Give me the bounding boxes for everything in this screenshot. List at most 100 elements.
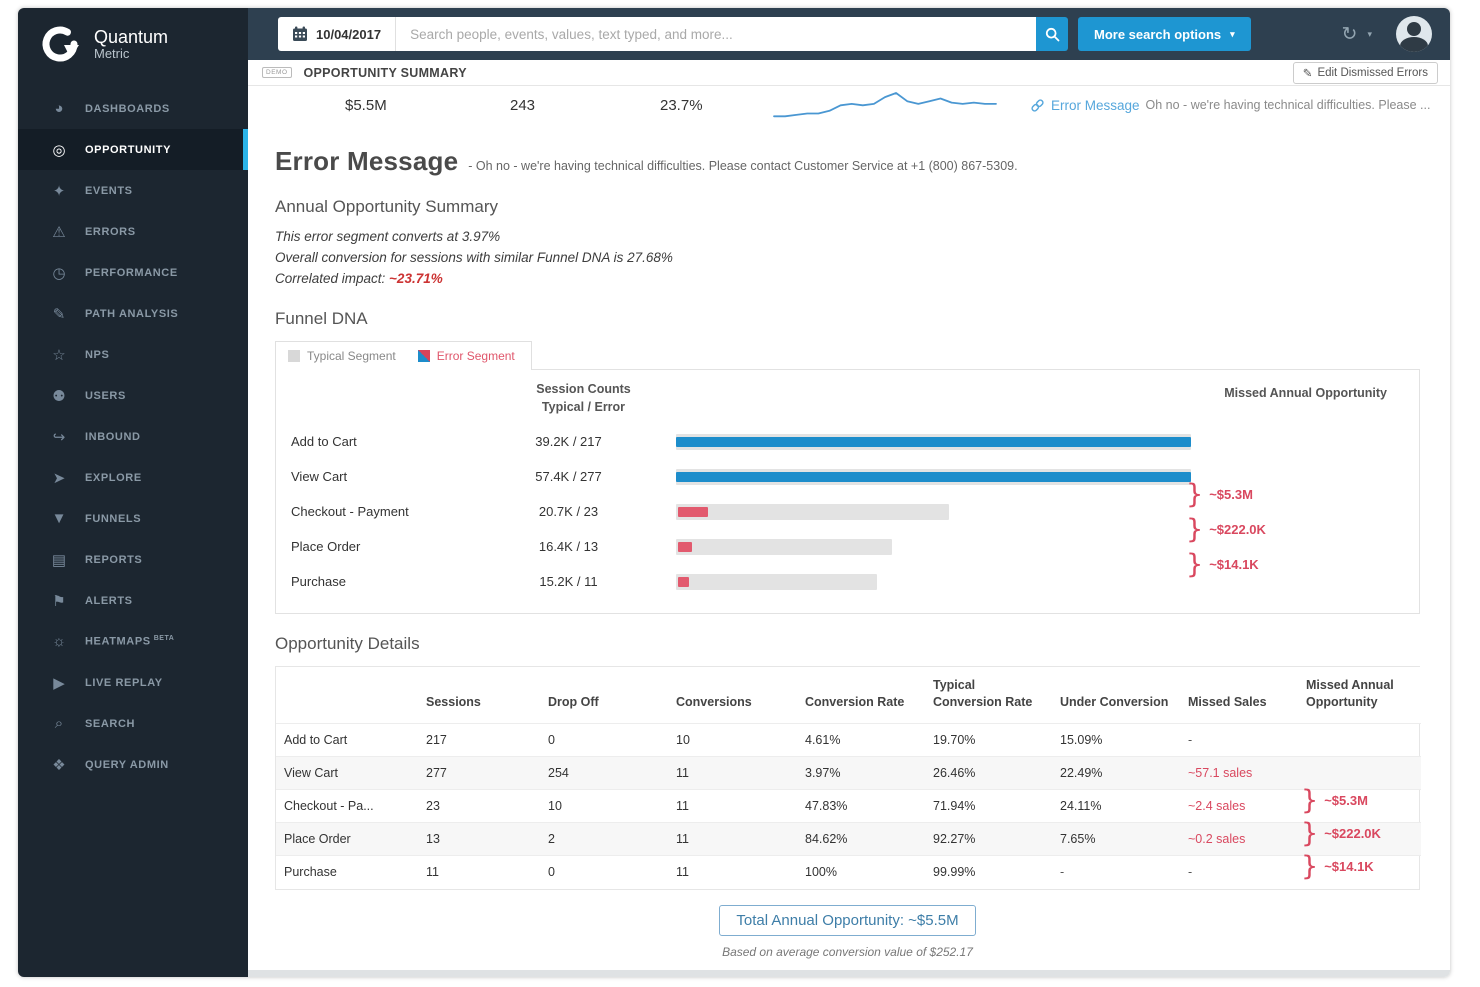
refresh-chevron-down-icon[interactable]: ▾: [1367, 29, 1372, 40]
link-icon: [1030, 98, 1045, 113]
row-value: 11: [668, 790, 797, 823]
row-phase-label: Add to Cart: [276, 724, 418, 757]
row-value: 254: [540, 757, 668, 790]
clock-icon: ◷: [48, 264, 70, 282]
row-value: 11: [668, 757, 797, 790]
row-value: ~57.1 sales: [1180, 757, 1298, 790]
row-missed-annual: [1298, 724, 1421, 757]
error-message-link[interactable]: Error Message: [1051, 98, 1140, 113]
star-icon: ☆: [48, 346, 70, 364]
row-value: 277: [418, 757, 540, 790]
error-subtitle: - Oh no - we're having technical difficu…: [468, 159, 1017, 173]
funnel-heading: Funnel DNA: [275, 309, 1420, 329]
funnel-brace-5-3m: }~$5.3M: [1186, 481, 1253, 508]
sidebar-item-search[interactable]: ⌕SEARCH: [18, 703, 248, 744]
refresh-icon[interactable]: ↻: [1342, 25, 1358, 44]
sidebar-item-path-analysis[interactable]: ✎PATH ANALYSIS: [18, 293, 248, 334]
main-area: 10/04/2017 More search options ▾ ↻ ▾: [248, 8, 1450, 977]
more-search-options-button[interactable]: More search options ▾: [1078, 17, 1251, 51]
sidebar-item-dashboards[interactable]: ◕DASHBOARDS: [18, 88, 248, 129]
row-value: -: [1052, 856, 1180, 889]
sidebar-item-alerts[interactable]: ⚑ALERTS: [18, 580, 248, 621]
sidebar-item-inbound[interactable]: ↪INBOUND: [18, 416, 248, 457]
date-picker[interactable]: 10/04/2017: [278, 17, 396, 51]
table-row[interactable]: Place Order1321184.62%92.27%7.65%~0.2 sa…: [276, 823, 1421, 856]
bottom-strip: [248, 970, 1450, 977]
brand-name: Quantum: [94, 28, 168, 47]
funnel-session-counts: 15.2K / 11: [461, 574, 676, 589]
row-value: 84.62%: [797, 823, 925, 856]
sidebar-item-live-replay[interactable]: ▶LIVE REPLAY: [18, 662, 248, 703]
sidebar-item-funnels[interactable]: ▼FUNNELS: [18, 498, 248, 539]
column-header: Conversion Rate: [797, 667, 925, 724]
sidebar-item-explore[interactable]: ➤ EXPLORE: [18, 457, 248, 498]
rocket-icon: ➤: [48, 469, 70, 487]
funnel-bar-track: [676, 539, 892, 555]
funnel-bar-zone: [676, 469, 1191, 485]
row-value: 11: [668, 823, 797, 856]
search-button[interactable]: [1036, 17, 1068, 51]
sidebar-item-label: PERFORMANCE: [85, 267, 178, 279]
sidebar-item-label: FUNNELS: [85, 513, 141, 525]
edit-dismissed-errors-button[interactable]: ✎ Edit Dismissed Errors: [1293, 62, 1438, 84]
table-row[interactable]: Add to Cart2170104.61%19.70%15.09%-: [276, 724, 1421, 757]
conversion-value-note: Based on average conversion value of $25…: [275, 945, 1420, 959]
sidebar-item-nps[interactable]: ☆NPS: [18, 334, 248, 375]
brand-logo[interactable]: Quantum Metric: [18, 8, 248, 78]
sidebar-item-errors[interactable]: ⚠ERRORS: [18, 211, 248, 252]
sidebar: Quantum Metric ◕DASHBOARDS◎OPPORTUNITY✦E…: [18, 8, 248, 977]
user-avatar[interactable]: [1396, 16, 1432, 52]
beta-badge: BETA: [154, 635, 175, 642]
app-window: Quantum Metric ◕DASHBOARDS◎OPPORTUNITY✦E…: [18, 8, 1450, 977]
row-phase-label: Place Order: [276, 823, 418, 856]
metric-error-count: 243: [510, 97, 535, 114]
total-annual-opportunity-button[interactable]: Total Annual Opportunity: ~$5.5M: [719, 905, 975, 936]
row-phase-label: Checkout - Pa...: [276, 790, 418, 823]
pie-chart-icon: ◕: [48, 100, 70, 117]
tags-icon: ✦: [48, 182, 70, 200]
row-value: 26.46%: [925, 757, 1052, 790]
row-value: 13: [418, 823, 540, 856]
sidebar-item-label: ALERTS: [85, 595, 133, 607]
row-value: 11: [668, 856, 797, 889]
column-header: [276, 667, 418, 724]
play-icon: ▶: [48, 674, 70, 692]
metric-rate: 23.7%: [660, 97, 703, 114]
legend-error-segment[interactable]: Error Segment: [418, 349, 515, 363]
sidebar-item-label: OPPORTUNITY: [85, 144, 171, 156]
error-message-preview: Oh no - we're having technical difficult…: [1146, 98, 1431, 112]
sidebar-item-events[interactable]: ✦EVENTS: [18, 170, 248, 211]
sidebar-nav: ◕DASHBOARDS◎OPPORTUNITY✦EVENTS⚠ERRORS ◷ PE…: [18, 88, 248, 785]
pen-icon: ✎: [48, 305, 70, 323]
row-phase-label: Purchase: [276, 856, 418, 889]
table-row[interactable]: View Cart277254113.97%26.46%22.49%~57.1 …: [276, 757, 1421, 790]
sidebar-item-label: EXPLORE: [85, 472, 142, 484]
sidebar-item-label: QUERY ADMIN: [85, 759, 169, 771]
funnel-bar-zone: [676, 504, 1191, 520]
missed-annual-opportunity-header: Missed Annual Opportunity: [1224, 386, 1387, 400]
funnel-brace-222k: }~$222.0K: [1186, 516, 1266, 543]
row-value: 11: [418, 856, 540, 889]
funnel-session-counts: 39.2K / 217: [461, 434, 676, 449]
row-value: 100%: [797, 856, 925, 889]
legend-typical-segment[interactable]: Typical Segment: [288, 349, 396, 363]
sidebar-item-users[interactable]: ⚉USERS: [18, 375, 248, 416]
funnel-chart: Session Counts Typical / Error Missed An…: [275, 369, 1420, 614]
sidebar-item-reports[interactable]: ▤REPORTS: [18, 539, 248, 580]
row-value: 0: [540, 724, 668, 757]
demo-badge: DEMO: [262, 67, 292, 78]
table-row[interactable]: Checkout - Pa...23101147.83%71.94%24.11%…: [276, 790, 1421, 823]
arrow-redirect-icon: ↪: [48, 428, 70, 446]
sidebar-item-query-admin[interactable]: ❖QUERY ADMIN: [18, 744, 248, 785]
search-input[interactable]: [396, 17, 1036, 51]
quantum-metric-logo-icon: [38, 22, 82, 66]
row-value: 19.70%: [925, 724, 1052, 757]
table-row[interactable]: Purchase11011100%99.99%--: [276, 856, 1421, 889]
row-value: 4.61%: [797, 724, 925, 757]
sidebar-item-performance[interactable]: ◷ PERFORMANCE: [18, 252, 248, 293]
session-counts-header: Session Counts Typical / Error: [476, 380, 691, 416]
sidebar-item-opportunity[interactable]: ◎OPPORTUNITY: [18, 129, 248, 170]
row-value: 15.09%: [1052, 724, 1180, 757]
funnel-step-label: View Cart: [291, 469, 461, 484]
sidebar-item-heatmaps[interactable]: ☼HEATMAPSBETA: [18, 621, 248, 662]
